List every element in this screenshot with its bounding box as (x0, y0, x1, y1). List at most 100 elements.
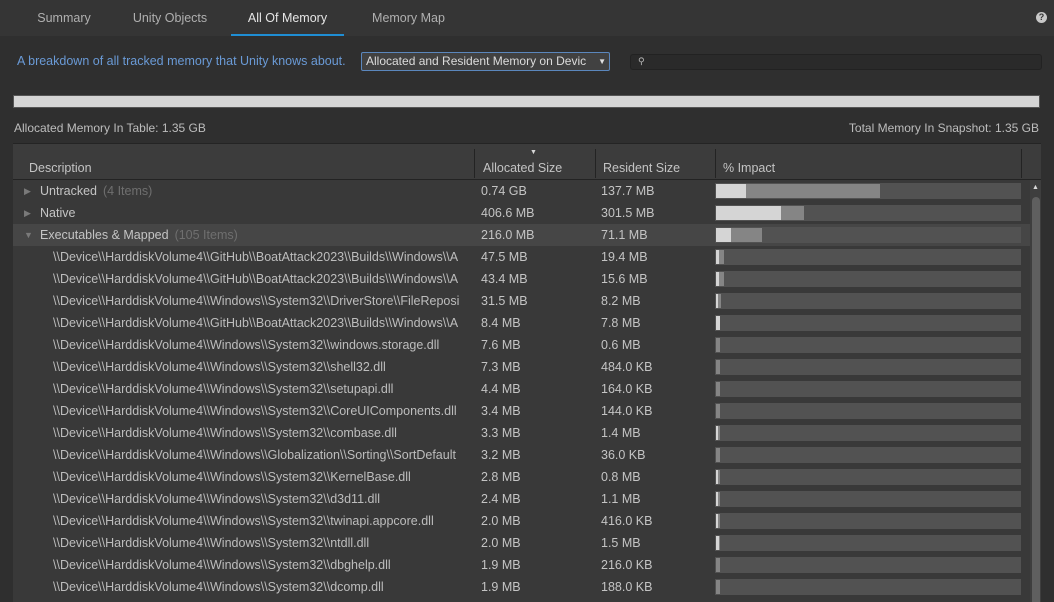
tab-memory-map[interactable]: Memory Map (356, 0, 461, 35)
impact-allocated-bar (716, 338, 720, 352)
table-row[interactable]: \\Device\\HarddiskVolume4\\GitHub\\BoatA… (13, 268, 1031, 290)
total-memory-bar (13, 95, 1040, 108)
impact-bar-track (715, 381, 1021, 397)
table-row[interactable]: \\Device\\HarddiskVolume4\\Windows\\Syst… (13, 334, 1031, 356)
impact-bar-track (715, 579, 1021, 595)
table-row[interactable]: \\Device\\HarddiskVolume4\\Windows\\Glob… (13, 444, 1031, 466)
row-description: \\Device\\HarddiskVolume4\\Windows\\Syst… (53, 554, 477, 576)
table-row-group[interactable]: ▶ Native 406.6 MB 301.5 MB (13, 202, 1031, 224)
chevron-down-icon: ▼ (597, 53, 606, 70)
table-row-group[interactable]: ▼ Executables & Mapped (105 Items) 216.0 MB… (13, 224, 1031, 246)
help-icon[interactable]: ? (1036, 12, 1047, 23)
row-description: Executables & Mapped (105 Items) (40, 224, 498, 246)
table-row[interactable]: \\Device\\HarddiskVolume4\\Windows\\Syst… (13, 510, 1031, 532)
table-row[interactable]: \\Device\\HarddiskVolume4\\GitHub\\BoatA… (13, 246, 1031, 268)
column-description[interactable]: Description (21, 144, 475, 180)
row-description-text: \\Device\\HarddiskVolume4\\Windows\\Syst… (53, 338, 440, 352)
impact-resident-bar (716, 426, 718, 440)
row-allocated-size: 2.0 MB (481, 514, 521, 528)
tab-summary[interactable]: Summary (22, 0, 106, 35)
view-mode-selected: Allocated and Resident Memory on Devic (366, 54, 587, 68)
row-allocated-size: 3.4 MB (481, 404, 521, 418)
table-row[interactable]: \\Device\\HarddiskVolume4\\Windows\\Syst… (13, 400, 1031, 422)
row-description-text: \\Device\\HarddiskVolume4\\Windows\\Syst… (53, 580, 384, 594)
impact-resident-bar (716, 536, 719, 550)
total-memory-label: Total Memory In Snapshot: 1.35 GB (848, 121, 1039, 135)
row-description: \\Device\\HarddiskVolume4\\Windows\\Syst… (53, 290, 477, 312)
tab-all-of-memory[interactable]: All Of Memory (231, 0, 344, 36)
expand-arrow-right-icon[interactable]: ▶ (24, 180, 31, 202)
view-mode-dropdown[interactable]: Allocated and Resident Memory on Devic ▼ (361, 52, 610, 71)
impact-bar-track (715, 337, 1021, 353)
table-row[interactable]: \\Device\\HarddiskVolume4\\Windows\\Syst… (13, 378, 1031, 400)
table-row[interactable]: \\Device\\HarddiskVolume4\\GitHub\\BoatA… (13, 312, 1031, 334)
row-description: \\Device\\HarddiskVolume4\\Windows\\Syst… (53, 466, 477, 488)
expand-arrow-right-icon[interactable]: ▶ (24, 202, 31, 224)
row-resident-size: 1.5 MB (601, 536, 641, 550)
column-impact[interactable]: % Impact (715, 144, 1021, 180)
impact-resident-bar (716, 316, 720, 330)
impact-bar-track (715, 293, 1021, 309)
tab-unity-objects[interactable]: Unity Objects (116, 0, 224, 35)
impact-resident-bar (716, 250, 719, 264)
impact-bar-track (715, 469, 1021, 485)
impact-resident-bar (716, 470, 718, 484)
impact-resident-bar (716, 294, 718, 308)
row-allocated-size: 47.5 MB (481, 250, 528, 264)
row-description: Untracked (4 Items) (40, 180, 498, 202)
row-allocated-size: 3.2 MB (481, 448, 521, 462)
impact-resident-bar (716, 184, 746, 198)
impact-allocated-bar (716, 448, 720, 462)
row-description: \\Device\\HarddiskVolume4\\Windows\\Syst… (53, 334, 477, 356)
column-divider[interactable] (1021, 149, 1022, 178)
table-row[interactable]: \\Device\\HarddiskVolume4\\Windows\\Syst… (13, 422, 1031, 444)
table-row-group[interactable]: ▶ Untracked (4 Items) 0.74 GB 137.7 MB (13, 180, 1031, 202)
row-resident-size: 19.4 MB (601, 250, 648, 264)
table-row[interactable]: \\Device\\HarddiskVolume4\\Windows\\Syst… (13, 532, 1031, 554)
scroll-up-arrow-icon[interactable]: ▲ (1032, 184, 1039, 191)
row-resident-size: 36.0 KB (601, 448, 646, 462)
row-description: \\Device\\HarddiskVolume4\\Windows\\Syst… (53, 576, 477, 598)
row-allocated-size: 2.8 MB (481, 470, 521, 484)
column-allocated-size[interactable]: ▼ Allocated Size (475, 144, 595, 180)
impact-bar-track (715, 359, 1021, 375)
row-allocated-size: 2.0 MB (481, 536, 521, 550)
impact-bar-track (715, 205, 1021, 221)
row-description-text: \\Device\\HarddiskVolume4\\Windows\\Glob… (53, 448, 456, 462)
row-description-text: \\Device\\HarddiskVolume4\\GitHub\\BoatA… (53, 272, 459, 286)
impact-bar-track (715, 183, 1021, 199)
row-resident-size: 0.8 MB (601, 470, 641, 484)
search-input[interactable]: ⚲ (630, 54, 1042, 70)
column-resident-size[interactable]: Resident Size (595, 144, 715, 180)
row-description-text: \\Device\\HarddiskVolume4\\Windows\\Syst… (53, 558, 391, 572)
table-row[interactable]: \\Device\\HarddiskVolume4\\Windows\\Syst… (13, 356, 1031, 378)
row-resident-size: 7.8 MB (601, 316, 641, 330)
impact-bar-track (715, 557, 1021, 573)
table-row[interactable]: \\Device\\HarddiskVolume4\\Windows\\Syst… (13, 488, 1031, 510)
impact-bar-track (715, 535, 1021, 551)
expand-arrow-down-icon[interactable]: ▼ (24, 224, 33, 246)
row-allocated-size: 3.3 MB (481, 426, 521, 440)
scrollbar-thumb[interactable] (1032, 197, 1040, 602)
table-row[interactable]: \\Device\\HarddiskVolume4\\Windows\\Syst… (13, 554, 1031, 576)
row-resident-size: 71.1 MB (601, 228, 648, 242)
table-row[interactable]: \\Device\\HarddiskVolume4\\Windows\\Syst… (13, 290, 1031, 312)
row-resident-size: 8.2 MB (601, 294, 641, 308)
row-allocated-size: 7.3 MB (481, 360, 521, 374)
impact-bar-track (715, 249, 1021, 265)
row-allocated-size: 2.4 MB (481, 492, 521, 506)
memory-table: Description ▼ Allocated Size Resident Si… (13, 143, 1054, 602)
row-resident-size: 137.7 MB (601, 184, 655, 198)
tab-bar: Summary Unity Objects All Of Memory Memo… (0, 0, 1054, 36)
table-row[interactable]: \\Device\\HarddiskVolume4\\Windows\\Syst… (13, 466, 1031, 488)
vertical-scrollbar[interactable]: ▲ (1030, 180, 1041, 602)
table-right-margin (1041, 143, 1054, 602)
column-allocated-size-label: Allocated Size (483, 161, 563, 175)
row-description: \\Device\\HarddiskVolume4\\GitHub\\BoatA… (53, 246, 477, 268)
table-row[interactable]: \\Device\\HarddiskVolume4\\Windows\\Syst… (13, 576, 1031, 598)
row-item-count: (105 Items) (174, 228, 238, 242)
impact-bar-track (715, 491, 1021, 507)
impact-bar-track (715, 403, 1021, 419)
row-description: \\Device\\HarddiskVolume4\\Windows\\Glob… (53, 444, 477, 466)
row-allocated-size: 7.6 MB (481, 338, 521, 352)
